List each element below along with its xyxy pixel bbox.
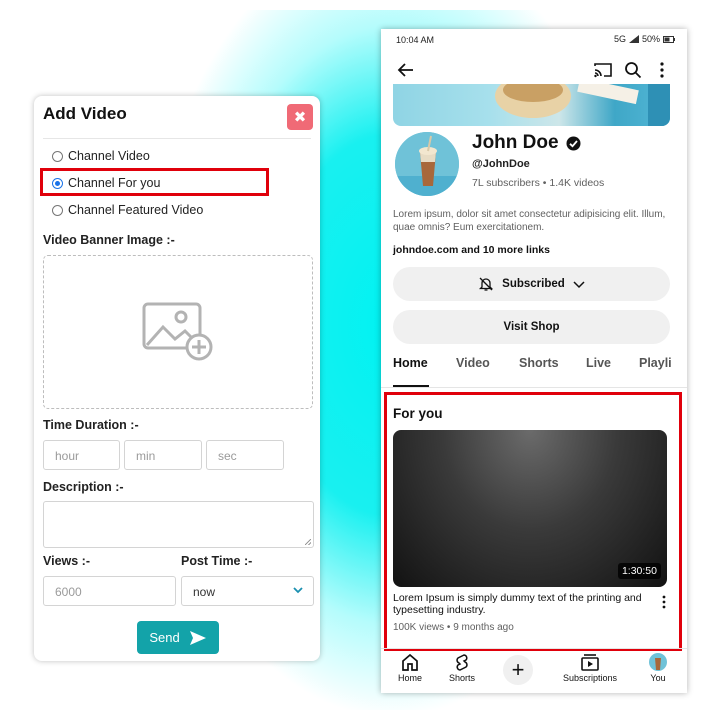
video-thumbnail[interactable]: 1:30:50	[393, 430, 667, 587]
chevron-down-icon	[293, 587, 303, 594]
create-button[interactable]: +	[503, 655, 533, 685]
nav-label: Shorts	[449, 673, 476, 683]
network-label: 5G	[613, 34, 626, 44]
more-vertical-icon[interactable]	[659, 61, 665, 79]
highlight-box	[40, 168, 269, 196]
banner-upload-dropzone[interactable]	[43, 255, 313, 409]
radio-indicator[interactable]	[52, 150, 63, 162]
channel-avatar[interactable]	[395, 132, 459, 196]
post-time-select[interactable]: now	[181, 576, 314, 606]
plus-icon: +	[511, 657, 525, 682]
battery-label: 50%	[641, 34, 660, 44]
add-video-panel: Add Video ✖ Channel Video Channel For yo…	[34, 96, 320, 661]
tab-shorts[interactable]: Shorts	[519, 356, 559, 370]
views-input[interactable]: 6000	[43, 576, 176, 606]
send-label: Send	[149, 630, 180, 645]
time-duration-label: Time Duration :-	[43, 418, 139, 432]
channel-tabs: Home Video Shorts Live Playli	[381, 347, 687, 385]
back-arrow-icon[interactable]	[397, 61, 415, 79]
bell-off-icon	[479, 277, 494, 291]
visit-shop-button[interactable]: Visit Shop	[393, 310, 670, 344]
status-right: 5G 50%	[614, 34, 675, 44]
subscribed-button[interactable]: Subscribed	[393, 267, 670, 301]
add-image-icon	[142, 302, 213, 361]
description-label: Description :-	[43, 480, 124, 494]
tab-live[interactable]: Live	[586, 356, 611, 370]
verified-badge-icon	[566, 136, 581, 150]
cast-icon[interactable]	[593, 61, 613, 79]
send-arrow-icon	[189, 630, 206, 645]
status-time: 10:04 AM	[396, 35, 435, 45]
phone-screen: 10:04 AM 5G 50% John Doe @JohnDoe 7L sub…	[381, 29, 687, 693]
shorts-icon	[456, 654, 468, 671]
nav-label: Home	[398, 673, 423, 683]
tab-video[interactable]: Video	[456, 356, 490, 370]
banner-image-label: Video Banner Image :-	[43, 233, 175, 247]
visit-shop-label: Visit Shop	[503, 321, 560, 333]
post-time-value: now	[193, 585, 216, 599]
channel-banner	[393, 84, 670, 126]
radio-indicator[interactable]	[52, 204, 63, 216]
close-button[interactable]: ✖	[287, 104, 313, 130]
you-avatar-icon	[649, 653, 667, 671]
radio-channel-video[interactable]: Channel Video	[52, 149, 150, 163]
description-textarea[interactable]	[43, 501, 314, 548]
video-duration: 1:30:50	[617, 563, 661, 579]
section-title: For you	[393, 406, 443, 421]
views-label: Views :-	[43, 554, 91, 568]
panel-title: Add Video	[43, 104, 127, 123]
battery-icon	[663, 35, 675, 43]
tab-playlists[interactable]: Playli	[639, 356, 672, 370]
channel-description[interactable]: Lorem ipsum, dolor sit amet consectetur …	[393, 208, 675, 234]
search-icon[interactable]	[624, 61, 642, 79]
top-app-bar	[381, 61, 687, 85]
status-bar: 10:04 AM 5G 50%	[381, 29, 687, 51]
bottom-nav-divider	[381, 648, 687, 649]
channel-handle: @JohnDoe	[472, 158, 530, 170]
video-title[interactable]: Lorem Ipsum is simply dummy text of the …	[393, 592, 648, 616]
banner-image	[495, 84, 670, 126]
radio-channel-featured-video[interactable]: Channel Featured Video	[52, 203, 203, 217]
tab-home[interactable]: Home	[393, 356, 428, 370]
channel-name: John Doe	[472, 132, 581, 154]
home-icon	[402, 653, 418, 671]
subscribed-label: Subscribed	[502, 278, 565, 290]
sec-input[interactable]: sec	[206, 440, 284, 470]
nav-subscriptions[interactable]: Subscriptions	[563, 653, 617, 683]
panel-divider	[43, 138, 311, 139]
subscriptions-icon	[581, 654, 599, 671]
tabs-divider	[381, 387, 687, 388]
channel-stats: 7L subscribers • 1.4K videos	[472, 177, 605, 189]
send-button[interactable]: Send	[137, 621, 219, 654]
radio-label: Channel Video	[68, 149, 150, 163]
radio-label: Channel Featured Video	[68, 203, 204, 217]
video-meta: 100K views • 9 months ago	[393, 622, 514, 633]
hour-input[interactable]: hour	[43, 440, 120, 470]
nav-shorts[interactable]: Shorts	[449, 653, 475, 683]
nav-you[interactable]: You	[647, 653, 669, 683]
nav-label: You	[650, 673, 666, 683]
avatar-image	[395, 132, 459, 196]
chevron-down-icon	[573, 281, 585, 289]
channel-name-text: John Doe	[472, 132, 559, 153]
nav-home[interactable]: Home	[398, 653, 422, 683]
signal-icon	[628, 35, 639, 43]
nav-label: Subscriptions	[563, 673, 618, 683]
channel-links[interactable]: johndoe.com and 10 more links	[393, 244, 550, 256]
post-time-label: Post Time :-	[181, 554, 253, 568]
video-more-icon[interactable]	[661, 594, 667, 610]
min-input[interactable]: min	[124, 440, 202, 470]
